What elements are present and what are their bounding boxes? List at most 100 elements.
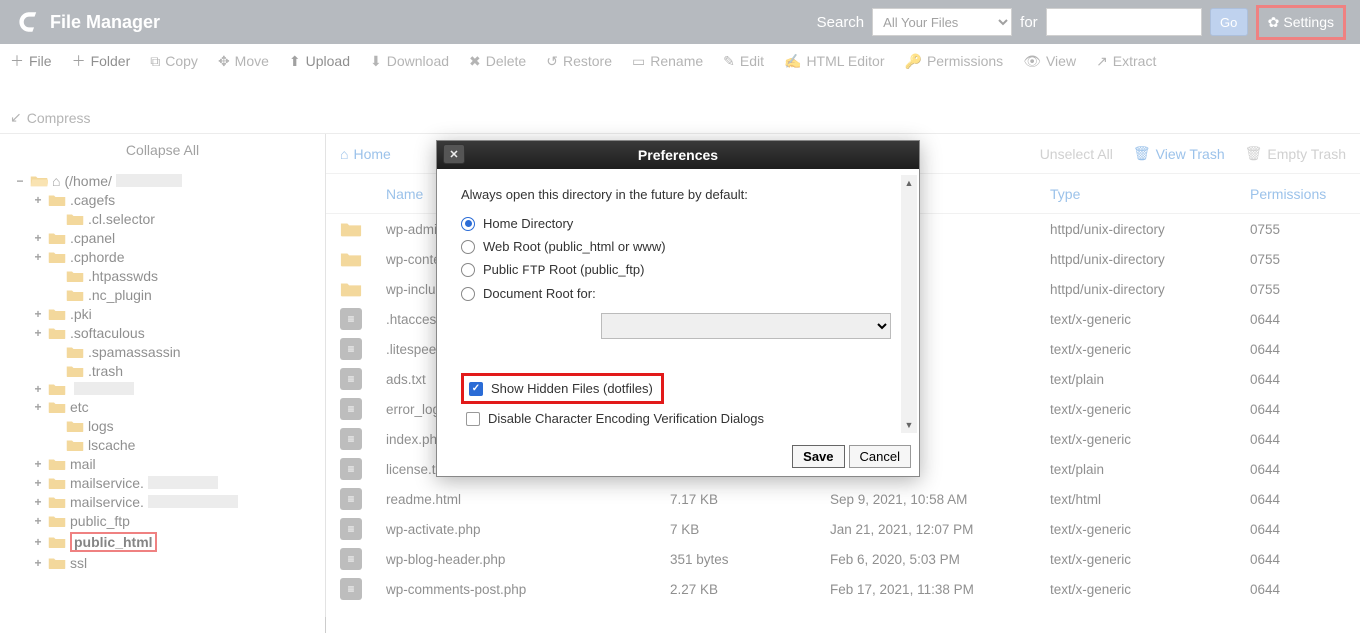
expand-toggle[interactable]: + (32, 231, 44, 245)
search-input[interactable] (1046, 8, 1202, 36)
delete-button[interactable]: ✖Delete (467, 50, 528, 73)
restore-button[interactable]: ↺Restore (544, 50, 614, 73)
download-button[interactable]: ⬇Download (368, 50, 451, 73)
expand-toggle[interactable]: + (32, 476, 44, 490)
table-row[interactable]: ≡wp-blog-header.php351 bytesFeb 6, 2020,… (326, 544, 1360, 574)
file-permissions: 0644 (1240, 492, 1360, 507)
table-row[interactable]: ≡wp-activate.php7 KBJan 21, 2021, 12:07 … (326, 514, 1360, 544)
scroll-down-icon[interactable]: ▼ (901, 417, 917, 433)
cancel-button[interactable]: Cancel (849, 445, 911, 468)
empty-trash-button[interactable]: 🗑Empty Trash (1245, 145, 1346, 162)
tree-root[interactable]: − ⌂ (/home/ (14, 171, 321, 190)
modal-close-button[interactable]: ✕ (443, 144, 465, 164)
expand-toggle[interactable]: + (32, 326, 44, 340)
html-editor-button[interactable]: ✍HTML Editor (782, 50, 887, 73)
radio-icon (461, 263, 475, 277)
scroll-up-icon[interactable]: ▲ (901, 175, 917, 191)
tree-item[interactable]: +.cpanel (14, 228, 321, 247)
collapse-toggle[interactable]: − (14, 174, 26, 188)
tree-item[interactable]: +.cphorde (14, 247, 321, 266)
file-permissions: 0755 (1240, 282, 1360, 297)
modal-scrollbar[interactable]: ▲ ▼ (901, 175, 917, 433)
file-type: text/x-generic (1040, 522, 1240, 537)
table-row[interactable]: ≡readme.html7.17 KBSep 9, 2021, 10:58 AM… (326, 484, 1360, 514)
tree-label: lscache (88, 437, 135, 453)
tree-item[interactable]: +public_ftp (14, 511, 321, 530)
upload-button[interactable]: ⬆Upload (287, 50, 352, 73)
rename-button[interactable]: ▭Rename (630, 50, 705, 73)
tree-item[interactable]: +logs (14, 416, 321, 435)
tree-item[interactable]: +.cagefs (14, 190, 321, 209)
tree-item[interactable]: +.pki (14, 304, 321, 323)
view-trash-button[interactable]: 🗑View Trash (1133, 145, 1225, 162)
expand-toggle[interactable]: + (32, 556, 44, 570)
tree-item[interactable]: + (14, 380, 321, 397)
checkbox-show-hidden[interactable]: ✓ (469, 382, 483, 396)
tree-item[interactable]: + mailservice. (14, 492, 321, 511)
collapse-all-button[interactable]: Collapse All (4, 138, 321, 167)
folder-open-icon (30, 174, 48, 188)
compress-button[interactable]: ↙Compress (8, 106, 93, 129)
tree-item[interactable]: + mail (14, 454, 321, 473)
expand-toggle[interactable]: + (32, 250, 44, 264)
extract-button[interactable]: ↗Extract (1094, 50, 1158, 73)
view-button[interactable]: 👁View (1021, 50, 1078, 73)
expand-toggle[interactable]: + (32, 495, 44, 509)
eye-icon: 👁 (1023, 53, 1041, 70)
file-button[interactable]: ＋File (8, 48, 54, 74)
expand-toggle[interactable]: + (32, 400, 44, 414)
move-button[interactable]: ✥Move (216, 50, 271, 73)
modal-desc: Always open this directory in the future… (461, 187, 895, 202)
expand-toggle[interactable]: + (32, 193, 44, 207)
preferences-modal: ✕ Preferences Always open this directory… (436, 140, 920, 477)
toolbar: ＋File ＋Folder ⧉Copy ✥Move ⬆Upload ⬇Downl… (0, 44, 1360, 134)
radio-ftp-root[interactable]: Public FTP Root (public_ftp) (461, 258, 895, 282)
expand-toggle[interactable]: + (32, 457, 44, 471)
col-permissions[interactable]: Permissions (1240, 186, 1360, 202)
tree-item[interactable]: +mailservice. (14, 473, 321, 492)
expand-toggle[interactable]: + (32, 307, 44, 321)
home-crumb[interactable]: ⌂Home (340, 146, 391, 162)
tree-item[interactable]: +.cl.selector (14, 209, 321, 228)
settings-button[interactable]: ✿ Settings (1262, 10, 1340, 35)
expand-toggle[interactable]: + (32, 514, 44, 528)
tree-item[interactable]: +.nc_plugin (14, 285, 321, 304)
copy-button[interactable]: ⧉Copy (148, 50, 200, 73)
tree-label: mail (70, 456, 96, 472)
file-icon: ≡ (340, 578, 362, 600)
tree-item[interactable]: +.htpasswds (14, 266, 321, 285)
checkbox-disable-encoding[interactable] (466, 412, 480, 426)
save-button[interactable]: Save (792, 445, 844, 468)
edit-button[interactable]: ✎Edit (721, 50, 766, 73)
document-root-select[interactable] (601, 313, 891, 339)
tree-item[interactable]: +public_html (14, 530, 321, 553)
col-type[interactable]: Type (1040, 186, 1240, 202)
tree-item[interactable]: +etc (14, 397, 321, 416)
html-icon: ✍ (784, 53, 801, 70)
tree-item[interactable]: +lscache (14, 435, 321, 454)
extract-icon: ↗ (1096, 53, 1108, 70)
radio-document-root[interactable]: Document Root for: (461, 282, 895, 305)
expand-toggle[interactable]: + (32, 535, 44, 549)
delete-icon: ✖ (469, 53, 481, 70)
permissions-button[interactable]: 🔑Permissions (903, 50, 1006, 73)
tree-item[interactable]: + ssl (14, 553, 321, 572)
unselect-all-button[interactable]: Unselect All (1040, 146, 1113, 162)
tree-item[interactable]: +.softaculous (14, 323, 321, 342)
trash-icon: 🗑 (1245, 145, 1263, 162)
radio-web-root[interactable]: Web Root (public_html or www) (461, 235, 895, 258)
table-row[interactable]: ≡wp-comments-post.php2.27 KBFeb 17, 2021… (326, 574, 1360, 604)
search-scope-select[interactable]: All Your Files (872, 8, 1012, 36)
radio-home-directory[interactable]: Home Directory (461, 212, 895, 235)
expand-toggle[interactable]: + (32, 382, 44, 396)
disable-encoding-row[interactable]: Disable Character Encoding Verification … (466, 408, 895, 429)
tree-label: mailservice. (70, 494, 144, 510)
tree-item[interactable]: +.spamassassin (14, 342, 321, 361)
go-button[interactable]: Go (1210, 8, 1248, 36)
tree-label: ssl (70, 555, 87, 571)
file-icon: ≡ (340, 338, 362, 360)
tree-item[interactable]: +.trash (14, 361, 321, 380)
folder-button[interactable]: ＋Folder (70, 48, 133, 74)
tree-label: logs (88, 418, 114, 434)
file-type: text/x-generic (1040, 402, 1240, 417)
